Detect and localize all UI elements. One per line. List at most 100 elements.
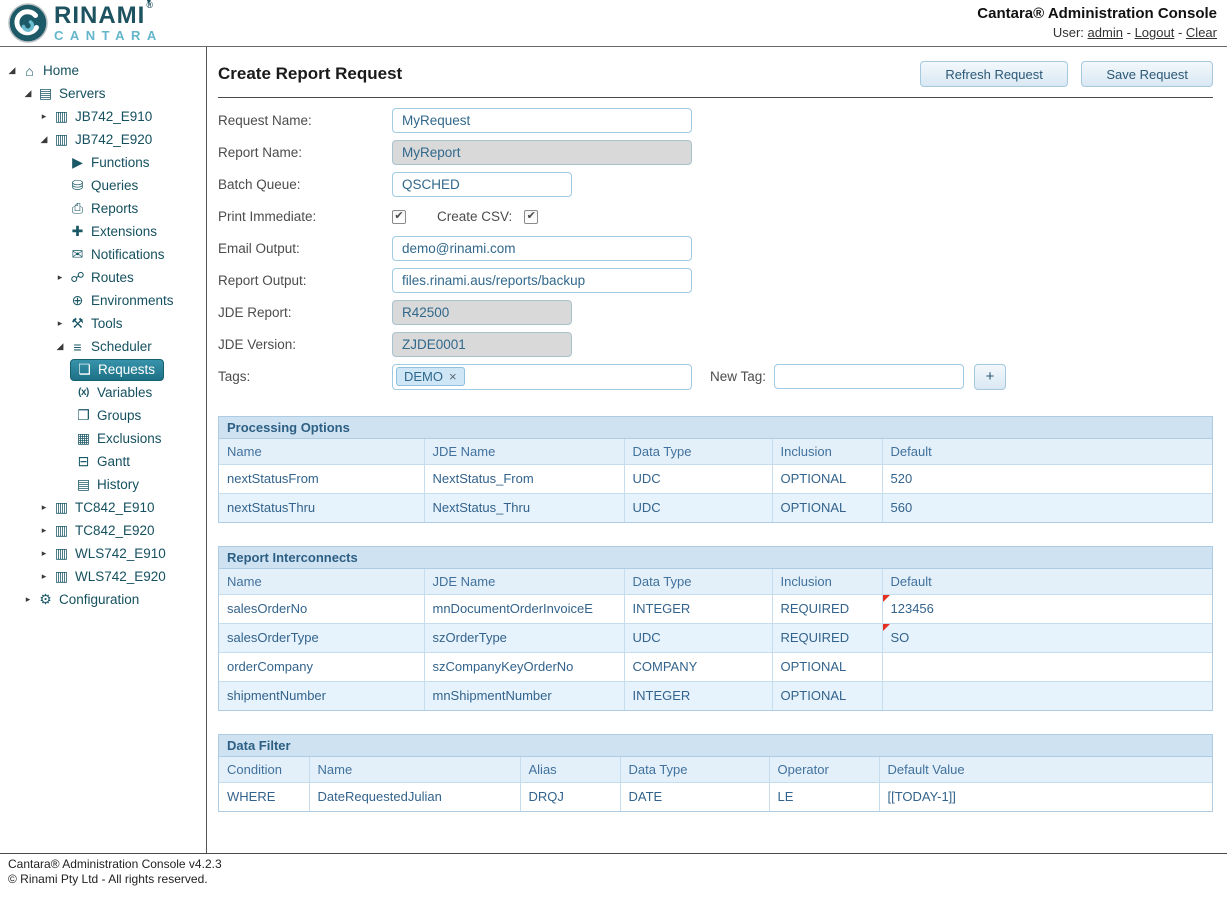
- clear-link[interactable]: Clear: [1186, 25, 1217, 40]
- expand-arrow-icon[interactable]: ◢: [4, 65, 20, 76]
- cell[interactable]: UDC: [624, 464, 772, 493]
- rinami-logo-icon: [8, 3, 48, 43]
- column-header: Default: [882, 439, 1212, 464]
- cell[interactable]: OPTIONAL: [772, 652, 882, 681]
- cell[interactable]: [[TODAY-1]]: [879, 782, 1212, 811]
- tree-item-queries[interactable]: ⛁ Queries: [0, 174, 206, 197]
- tag-chip: DEMO ×: [396, 367, 465, 386]
- cell[interactable]: INTEGER: [624, 594, 772, 623]
- cell[interactable]: salesOrderType: [219, 623, 424, 652]
- collapse-arrow-icon[interactable]: ▸: [36, 111, 52, 122]
- tree-item-reports[interactable]: ⎙ Reports: [0, 197, 206, 220]
- email-output-input[interactable]: [392, 236, 692, 261]
- tree-item-tc842-e920[interactable]: ▸ ▥ TC842_E920: [0, 519, 206, 542]
- cell[interactable]: NextStatus_From: [424, 464, 624, 493]
- report-output-input[interactable]: [392, 268, 692, 293]
- tree-item-home[interactable]: ◢ ⌂ Home: [0, 59, 206, 82]
- header-row: Condition Name Alias Data Type Operator …: [219, 757, 1212, 782]
- cell[interactable]: DATE: [620, 782, 769, 811]
- tags-input[interactable]: DEMO ×: [392, 364, 692, 390]
- selected-item-highlight[interactable]: ❏ Requests: [70, 359, 164, 381]
- request-name-input[interactable]: [392, 108, 692, 133]
- table-row: shipmentNumber mnShipmentNumber INTEGER …: [219, 681, 1212, 710]
- tree-item-scheduler[interactable]: ◢ ≡ Scheduler: [0, 335, 206, 358]
- create-csv-checkbox[interactable]: ✔: [524, 210, 538, 224]
- tree-item-servers[interactable]: ◢ ▤ Servers: [0, 82, 206, 105]
- cell[interactable]: salesOrderNo: [219, 594, 424, 623]
- tree-item-history[interactable]: ▤ History: [0, 473, 206, 496]
- data-filter-table: Data Filter Condition Name Alias Data Ty…: [218, 734, 1213, 812]
- cell[interactable]: OPTIONAL: [772, 464, 882, 493]
- cell[interactable]: LE: [769, 782, 879, 811]
- cell[interactable]: INTEGER: [624, 681, 772, 710]
- tree-item-wls742-e910[interactable]: ▸ ▥ WLS742_E910: [0, 542, 206, 565]
- cell[interactable]: COMPANY: [624, 652, 772, 681]
- tree-item-jb742-e910[interactable]: ▸ ▥ JB742_E910: [0, 105, 206, 128]
- collapse-arrow-icon[interactable]: ▸: [36, 525, 52, 536]
- print-immediate-checkbox[interactable]: ✔: [392, 210, 406, 224]
- cell[interactable]: OPTIONAL: [772, 493, 882, 522]
- expand-arrow-icon[interactable]: ◢: [52, 341, 68, 352]
- tree-item-variables[interactable]: (x) Variables: [0, 381, 206, 404]
- user-name-link[interactable]: admin: [1088, 25, 1123, 40]
- cell[interactable]: [882, 652, 1212, 681]
- batch-queue-input[interactable]: [392, 172, 572, 197]
- jde-report-input: [392, 300, 572, 325]
- cell[interactable]: szCompanyKeyOrderNo: [424, 652, 624, 681]
- tree-item-routes[interactable]: ▸ ☍ Routes: [0, 266, 206, 289]
- remove-tag-icon[interactable]: ×: [449, 369, 457, 384]
- tree-item-tc842-e910[interactable]: ▸ ▥ TC842_E910: [0, 496, 206, 519]
- save-request-button[interactable]: Save Request: [1081, 61, 1213, 87]
- cell[interactable]: shipmentNumber: [219, 681, 424, 710]
- cell[interactable]: nextStatusFrom: [219, 464, 424, 493]
- collapse-arrow-icon[interactable]: ▸: [36, 548, 52, 559]
- cell[interactable]: 560: [882, 493, 1212, 522]
- jde-report-label: JDE Report:: [218, 305, 392, 320]
- tree-item-functions[interactable]: ▶ Functions: [0, 151, 206, 174]
- cell[interactable]: mnShipmentNumber: [424, 681, 624, 710]
- collapse-arrow-icon[interactable]: ▸: [52, 272, 68, 283]
- collapse-arrow-icon[interactable]: ▸: [20, 594, 36, 605]
- refresh-request-button[interactable]: Refresh Request: [920, 61, 1068, 87]
- cell[interactable]: DRQJ: [520, 782, 620, 811]
- cell[interactable]: UDC: [624, 623, 772, 652]
- tree-item-groups[interactable]: ❐ Groups: [0, 404, 206, 427]
- logout-link[interactable]: Logout: [1135, 25, 1175, 40]
- tree-item-tools[interactable]: ▸ ⚒ Tools: [0, 312, 206, 335]
- cell[interactable]: szOrderType: [424, 623, 624, 652]
- tree-item-jb742-e920[interactable]: ◢ ▥ JB742_E920: [0, 128, 206, 151]
- tree-item-exclusions[interactable]: ▦ Exclusions: [0, 427, 206, 450]
- new-tag-input[interactable]: [774, 364, 964, 389]
- tree-item-notifications[interactable]: ✉ Notifications: [0, 243, 206, 266]
- cell[interactable]: NextStatus_Thru: [424, 493, 624, 522]
- tree-item-environments[interactable]: ⊕ Environments: [0, 289, 206, 312]
- tree-item-configuration[interactable]: ▸ ⚙ Configuration: [0, 588, 206, 611]
- servers-icon: ▤: [36, 85, 55, 102]
- cell[interactable]: 520: [882, 464, 1212, 493]
- cell[interactable]: UDC: [624, 493, 772, 522]
- tree-item-wls742-e920[interactable]: ▸ ▥ WLS742_E920: [0, 565, 206, 588]
- cell[interactable]: SO: [882, 623, 1212, 652]
- collapse-arrow-icon[interactable]: ▸: [36, 502, 52, 513]
- cell[interactable]: 123456: [882, 594, 1212, 623]
- cell[interactable]: orderCompany: [219, 652, 424, 681]
- cell[interactable]: mnDocumentOrderInvoiceE: [424, 594, 624, 623]
- cell[interactable]: OPTIONAL: [772, 681, 882, 710]
- cell[interactable]: WHERE: [219, 782, 309, 811]
- collapse-arrow-icon[interactable]: ▸: [52, 318, 68, 329]
- cell[interactable]: REQUIRED: [772, 623, 882, 652]
- add-tag-button[interactable]: +: [974, 364, 1006, 390]
- tree-item-extensions[interactable]: ✚ Extensions: [0, 220, 206, 243]
- cell[interactable]: DateRequestedJulian: [309, 782, 520, 811]
- functions-icon: ▶: [68, 154, 87, 171]
- cell[interactable]: nextStatusThru: [219, 493, 424, 522]
- cell[interactable]: [882, 681, 1212, 710]
- expand-arrow-icon[interactable]: ◢: [20, 88, 36, 99]
- report-name-input: [392, 140, 692, 165]
- tree-item-requests-selected[interactable]: ❏ Requests: [0, 358, 206, 381]
- tree-item-gantt[interactable]: ⊟ Gantt: [0, 450, 206, 473]
- page-title: Create Report Request: [218, 64, 402, 84]
- cell[interactable]: REQUIRED: [772, 594, 882, 623]
- collapse-arrow-icon[interactable]: ▸: [36, 571, 52, 582]
- expand-arrow-icon[interactable]: ◢: [36, 134, 52, 145]
